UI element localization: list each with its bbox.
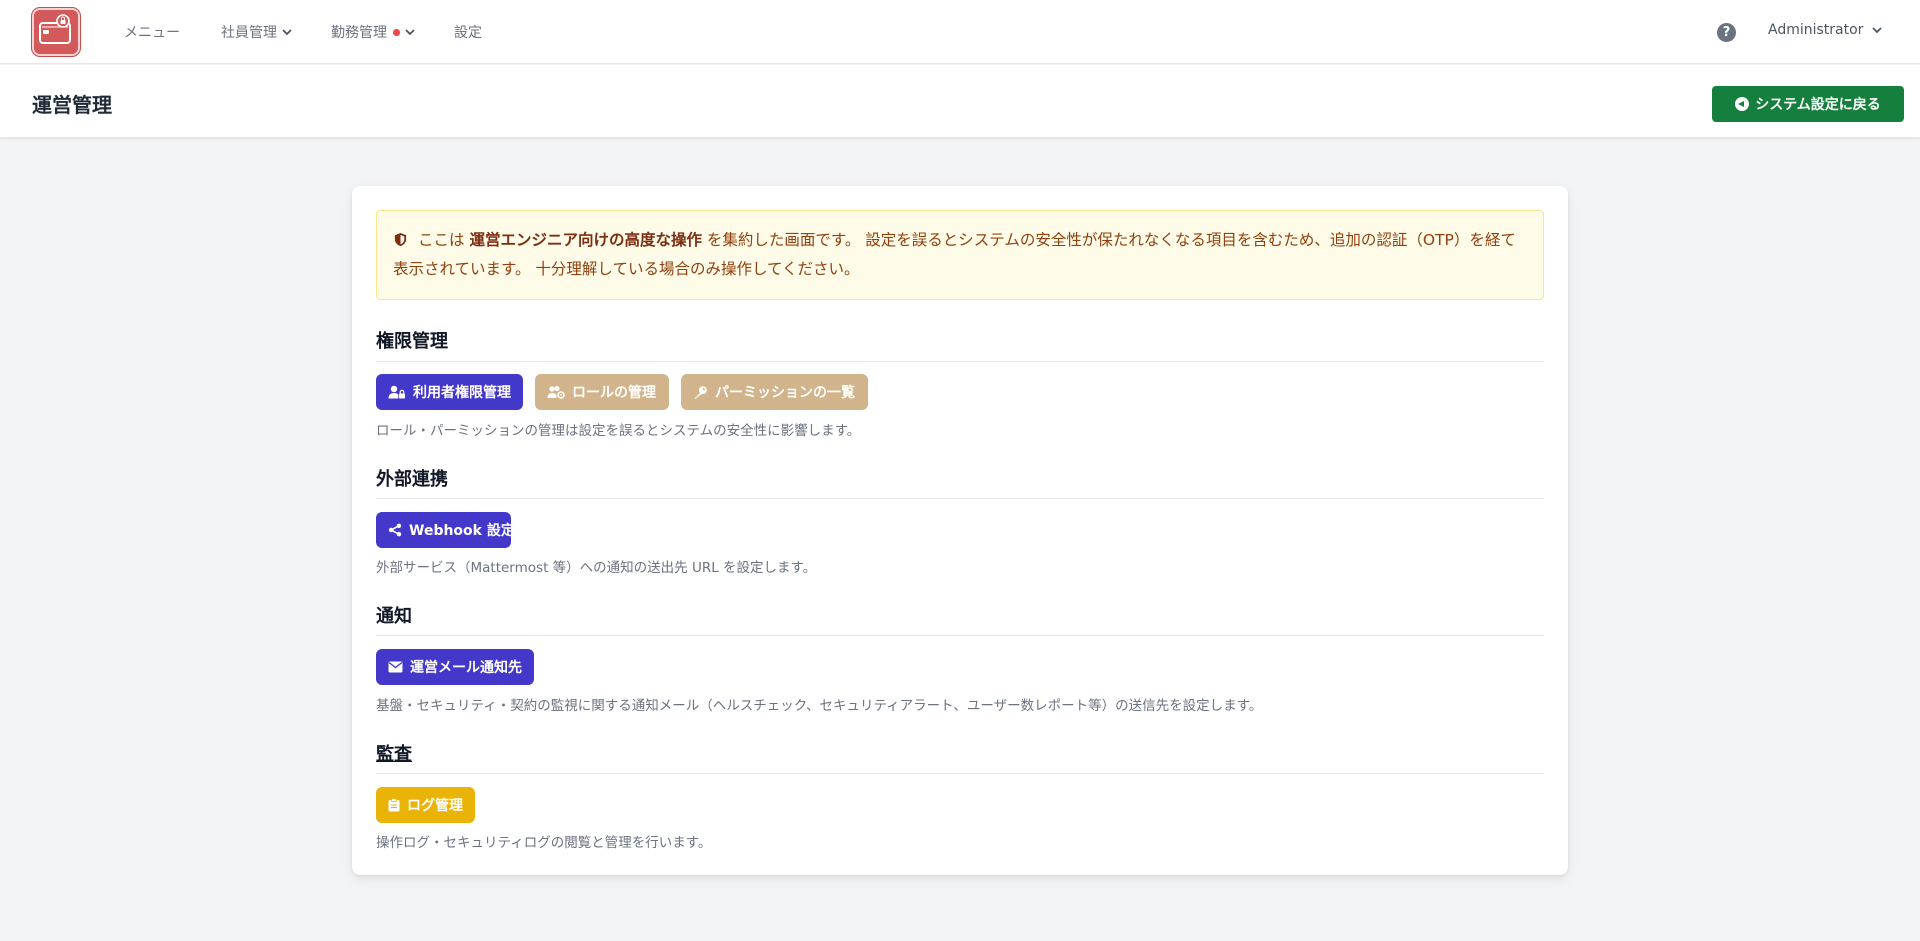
button-label: Webhook 設定 bbox=[409, 523, 515, 539]
section-description: 基盤・セキュリティ・契約の監視に関する通知メール（ヘルスチェック、セキュリティア… bbox=[376, 698, 1263, 714]
section-title-permissions: 権限管理 bbox=[376, 331, 448, 352]
alert-prefix: ここは bbox=[418, 231, 465, 249]
user-menu-dropdown[interactable]: Administrator bbox=[1768, 22, 1883, 38]
chevron-down-icon bbox=[405, 29, 415, 36]
logo-icon bbox=[39, 14, 71, 44]
section-divider bbox=[376, 498, 1544, 499]
back-to-system-settings-button[interactable]: システム設定に戻る bbox=[1712, 86, 1904, 122]
nav-employee-dropdown[interactable]: 社員管理 bbox=[221, 22, 293, 42]
section-divider bbox=[376, 635, 1544, 636]
section-description: ロール・パーミッションの管理は設定を誤るとシステムの安全性に影響します。 bbox=[376, 423, 861, 439]
arrow-circle-left-icon bbox=[1735, 97, 1750, 111]
nav-attendance-dropdown[interactable]: 勤務管理 bbox=[331, 22, 416, 42]
share-icon bbox=[388, 523, 402, 537]
webhook-settings-button[interactable]: Webhook 設定 bbox=[376, 512, 515, 548]
chevron-down-icon bbox=[282, 29, 292, 36]
button-label: ロールの管理 bbox=[572, 385, 656, 401]
section-divider bbox=[376, 361, 1544, 362]
page-header: 運営管理 システム設定に戻る bbox=[0, 65, 1920, 138]
key-icon bbox=[694, 385, 707, 399]
user-lock-icon bbox=[388, 385, 405, 399]
button-label: 運営メール通知先 bbox=[410, 660, 522, 676]
nav-settings[interactable]: 設定 bbox=[454, 22, 482, 42]
log-management-button[interactable]: ログ管理 bbox=[376, 787, 475, 823]
nav-employee-label: 社員管理 bbox=[221, 25, 277, 41]
nav-attendance-label: 勤務管理 bbox=[331, 25, 387, 41]
operations-card: ここは 運営エンジニア向けの高度な操作 を集約した画面です。 設定を誤るとシステ… bbox=[352, 186, 1568, 875]
notification-dot bbox=[393, 28, 400, 36]
app-logo[interactable] bbox=[32, 8, 80, 56]
user-name: Administrator bbox=[1768, 22, 1864, 38]
warning-alert: ここは 運営エンジニア向けの高度な操作 を集約した画面です。 設定を誤るとシステ… bbox=[376, 210, 1544, 300]
nav-menu-label: メニュー bbox=[124, 25, 180, 41]
back-button-label: システム設定に戻る bbox=[1755, 97, 1881, 113]
ops-mail-recipient-button[interactable]: 運営メール通知先 bbox=[376, 649, 534, 685]
shield-icon bbox=[394, 232, 407, 247]
nav-menu[interactable]: メニュー bbox=[124, 22, 180, 42]
permission-list-button[interactable]: パーミッションの一覧 bbox=[681, 374, 868, 410]
page-title: 運営管理 bbox=[32, 93, 112, 117]
section-title-integrations: 外部連携 bbox=[376, 469, 448, 490]
section-description: 外部サービス（Mattermost 等）への通知の送出先 URL を設定します。 bbox=[376, 560, 817, 576]
clipboard-icon bbox=[388, 798, 400, 812]
section-title-audit: 監査 bbox=[376, 744, 412, 765]
user-permission-management-button[interactable]: 利用者権限管理 bbox=[376, 374, 523, 410]
button-label: パーミッションの一覧 bbox=[715, 385, 855, 401]
section-title-notifications: 通知 bbox=[376, 606, 412, 627]
chevron-down-icon bbox=[1872, 27, 1883, 34]
users-cog-icon bbox=[547, 385, 565, 399]
section-description: 操作ログ・セキュリティログの閲覧と管理を行います。 bbox=[376, 835, 712, 851]
role-management-button[interactable]: ロールの管理 bbox=[535, 374, 669, 410]
button-label: ログ管理 bbox=[407, 798, 463, 814]
alert-emphasis: 運営エンジニア向けの高度な操作 bbox=[469, 231, 702, 249]
nav-settings-label: 設定 bbox=[454, 25, 482, 41]
envelope-icon bbox=[388, 661, 403, 673]
top-navbar: メニュー 社員管理 勤務管理 設定 ? Administrator bbox=[0, 0, 1920, 64]
help-icon[interactable]: ? bbox=[1717, 23, 1736, 42]
section-divider bbox=[376, 773, 1544, 774]
button-label: 利用者権限管理 bbox=[413, 385, 511, 401]
